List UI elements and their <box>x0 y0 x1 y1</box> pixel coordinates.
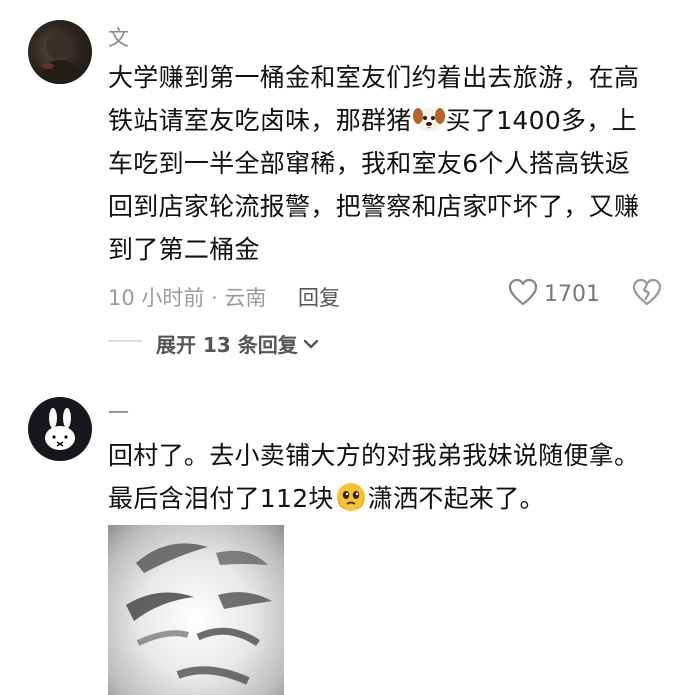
rabbit-icon <box>45 408 75 450</box>
like-count: 1701 <box>544 281 600 307</box>
comment-line: 回到店家轮流报警，把警察和店家吓坏了，又赚 <box>108 192 640 221</box>
comment-text: 回村了。去小卖铺大方的对我弟我妹说随便拿。 最后含泪付了112块 潇洒不起来了。 <box>108 434 668 520</box>
comment-text-segment: 买了1400多，上 <box>445 106 637 135</box>
username[interactable]: 文 <box>108 22 129 52</box>
reply-button[interactable]: 回复 <box>298 282 340 312</box>
comment-text: 大学赚到第一桶金和室友们约着出去旅游，在高 铁站请室友吃卤味，那群猪 买了140… <box>108 56 668 271</box>
comment-line: 回村了。去小卖铺大方的对我弟我妹说随便拿。 <box>108 441 640 470</box>
comment-line: 到了第二桶金 <box>108 235 260 264</box>
username[interactable]: 一 <box>108 397 129 427</box>
chevron-down-icon <box>302 332 320 356</box>
comment-line: 铁站请室友吃卤味，那群猪 买了1400多，上 <box>108 99 668 142</box>
user-avatar[interactable] <box>28 20 92 84</box>
broken-heart-icon <box>632 278 662 310</box>
divider <box>108 340 142 342</box>
timestamp-location: 10 小时前 · 云南 <box>108 286 267 310</box>
pleading-face-icon <box>335 481 367 513</box>
meme-sticker-image[interactable] <box>108 525 284 695</box>
user-avatar[interactable] <box>28 397 92 461</box>
comment-line: 大学赚到第一桶金和室友们约着出去旅游，在高 <box>108 63 640 92</box>
comment-text-segment: 最后含泪付了112块 <box>108 484 334 513</box>
comment-line: 车吃到一半全部窜稀，我和室友6个人搭高铁返 <box>108 149 631 178</box>
comment-text-segment: 潇洒不起来了。 <box>367 484 545 513</box>
dog-face-icon <box>412 103 445 135</box>
comment-line: 最后含泪付了112块 潇洒不起来了。 <box>108 477 668 520</box>
dislike-button[interactable] <box>632 278 662 310</box>
expand-replies-label: 展开 13 条回复 <box>156 333 298 357</box>
like-button[interactable]: 1701 <box>508 278 600 310</box>
comment-text-segment: 铁站请室友吃卤味，那群猪 <box>108 106 412 135</box>
heart-icon <box>508 278 538 310</box>
expand-replies-button[interactable]: 展开 13 条回复 <box>156 329 320 358</box>
